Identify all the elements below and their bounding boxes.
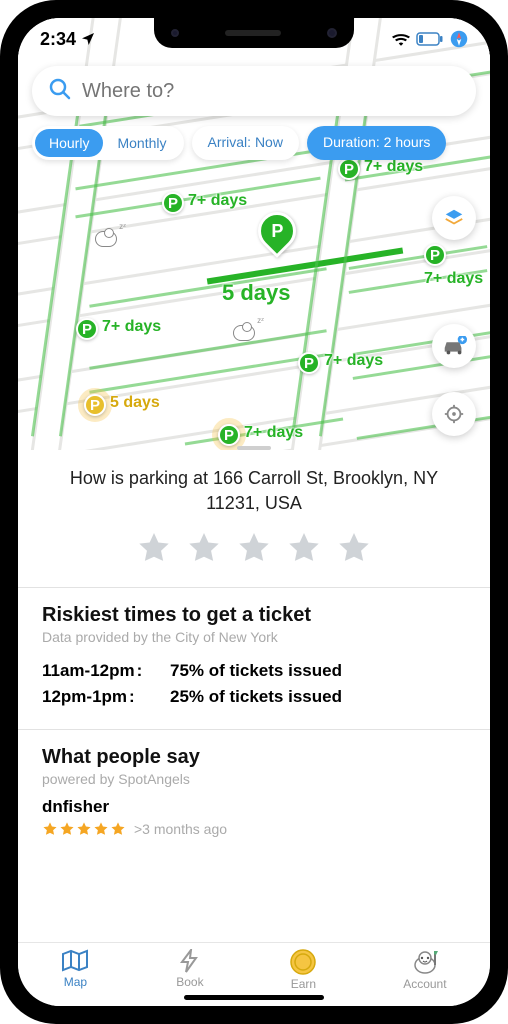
rating-stars <box>42 530 466 571</box>
coin-icon <box>290 949 316 975</box>
tab-account[interactable]: Account <box>403 949 446 991</box>
sleeping-car-icon: zᶻ <box>92 228 120 250</box>
parking-marker[interactable]: P <box>162 192 184 214</box>
status-right <box>392 30 468 48</box>
tab-earn[interactable]: Earn <box>290 949 316 991</box>
star-icon <box>110 821 126 837</box>
risk-subtitle: Data provided by the City of New York <box>42 629 466 645</box>
risk-pct: 75% of tickets issued <box>170 661 342 681</box>
parking-duration-label: 5 days <box>110 394 160 412</box>
home-indicator[interactable] <box>184 995 324 1000</box>
parking-marker[interactable]: P <box>76 318 98 340</box>
map-icon <box>61 949 89 973</box>
map-area[interactable]: P 7+ days P 7+ days P 7+ days P 7+ days … <box>18 18 490 450</box>
risk-title: Riskiest times to get a ticket <box>42 604 466 627</box>
parking-marker[interactable]: P <box>424 244 446 266</box>
search-bar[interactable] <box>32 66 476 116</box>
tab-label: Map <box>64 975 87 989</box>
rate-star-1[interactable] <box>136 530 172 571</box>
parking-marker[interactable]: P <box>84 394 106 416</box>
location-arrow-icon <box>80 31 96 47</box>
parking-marker[interactable]: P <box>298 352 320 374</box>
car-plus-icon <box>441 336 467 356</box>
add-car-button[interactable] <box>432 324 476 368</box>
risk-section: Riskiest times to get a ticket Data prov… <box>18 588 490 730</box>
parking-duration-label: 7+ days <box>364 158 423 176</box>
rate-star-2[interactable] <box>186 530 222 571</box>
risk-pct: 25% of tickets issued <box>170 687 342 707</box>
tab-label: Book <box>176 975 203 989</box>
duration-pill[interactable]: Duration: 2 hours <box>307 126 446 160</box>
rate-star-5[interactable] <box>336 530 372 571</box>
device-frame: 2:34 <box>0 0 508 1024</box>
tab-book[interactable]: Book <box>176 949 203 989</box>
speaker-grille <box>225 30 281 36</box>
compass-icon <box>450 30 468 48</box>
rate-type-segmented-control: Hourly Monthly <box>32 126 184 160</box>
review-meta: >3 months ago <box>42 821 466 837</box>
front-camera <box>327 28 337 38</box>
crosshair-icon <box>443 403 465 425</box>
parking-duration-label: 7+ days <box>324 352 383 370</box>
parking-duration-label: 7+ days <box>188 192 247 210</box>
reviews-title: What people say <box>42 746 466 769</box>
arrival-pill[interactable]: Arrival: Now <box>192 126 299 160</box>
sleeping-car-icon: zᶻ <box>230 322 258 344</box>
risk-row: 11am-12pm 75% of tickets issued <box>42 661 466 681</box>
status-left: 2:34 <box>40 29 96 50</box>
lightning-icon <box>179 949 201 973</box>
parking-duration-label: 7+ days <box>102 318 161 336</box>
reviews-subtitle: powered by SpotAngels <box>42 771 466 787</box>
star-icon <box>76 821 92 837</box>
risk-time: 12pm-1pm <box>42 687 160 707</box>
battery-icon <box>416 32 444 46</box>
avatar-icon <box>410 949 440 975</box>
parking-duration-label: 7+ days <box>424 270 483 288</box>
front-sensor <box>171 29 179 37</box>
selected-duration-label: 5 days <box>222 280 291 306</box>
review-stars <box>42 821 126 837</box>
rate-star-4[interactable] <box>286 530 322 571</box>
segment-monthly[interactable]: Monthly <box>103 129 180 157</box>
wifi-icon <box>392 32 410 46</box>
star-icon <box>59 821 75 837</box>
tab-label: Earn <box>291 977 316 991</box>
risk-time: 11am-12pm <box>42 661 160 681</box>
notch <box>154 18 354 48</box>
reviewer-name: dnfisher <box>42 797 466 817</box>
tab-map[interactable]: Map <box>61 949 89 989</box>
tab-label: Account <box>403 977 446 991</box>
parking-marker[interactable]: P <box>338 158 360 180</box>
rate-star-3[interactable] <box>236 530 272 571</box>
rating-section: How is parking at 166 Carroll St, Brookl… <box>18 450 490 588</box>
search-input[interactable] <box>82 80 460 103</box>
review-age: >3 months ago <box>134 821 227 837</box>
layers-button[interactable] <box>432 196 476 240</box>
segment-hourly[interactable]: Hourly <box>35 129 103 157</box>
risk-row: 12pm-1pm 25% of tickets issued <box>42 687 466 707</box>
star-icon <box>93 821 109 837</box>
layers-icon <box>443 207 465 229</box>
star-icon <box>42 821 58 837</box>
reviews-section: What people say powered by SpotAngels dn… <box>18 730 490 853</box>
filter-pills-row: Hourly Monthly Arrival: Now Duration: 2 … <box>32 126 476 160</box>
device-screen: 2:34 <box>18 18 490 1006</box>
locate-me-button[interactable] <box>432 392 476 436</box>
rating-question: How is parking at 166 Carroll St, Brookl… <box>42 466 466 516</box>
search-icon <box>48 77 72 106</box>
status-time: 2:34 <box>40 29 76 50</box>
details-panel[interactable]: How is parking at 166 Carroll St, Brookl… <box>18 450 490 942</box>
